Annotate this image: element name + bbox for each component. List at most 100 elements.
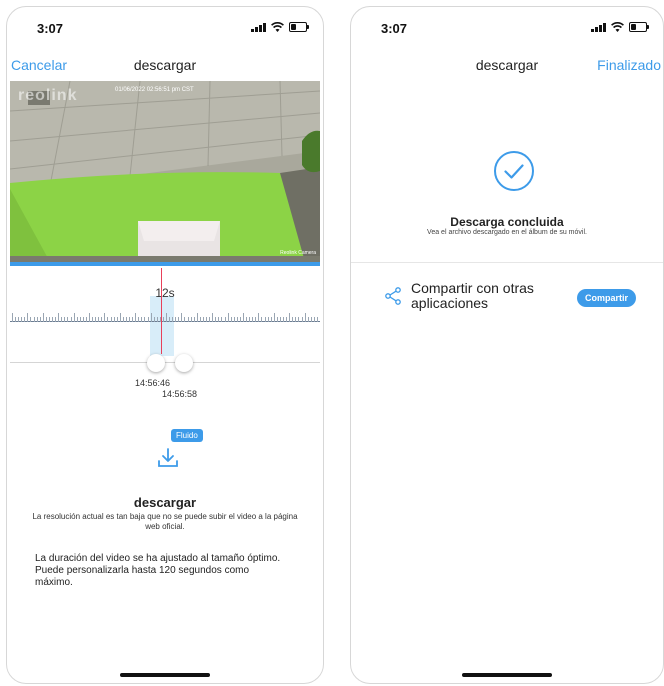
timeline-tick	[249, 317, 251, 322]
timeline-tick	[116, 317, 118, 322]
timeline-tick	[79, 317, 81, 322]
share-icon	[385, 287, 401, 305]
timeline-tick	[295, 317, 297, 322]
download-icon	[158, 448, 178, 467]
timeline-tick	[61, 317, 63, 322]
timeline-tick	[132, 317, 134, 322]
timeline-tick	[156, 317, 158, 322]
timeline-tick	[215, 317, 217, 322]
timeline-tick	[258, 313, 260, 322]
timeline-tick	[107, 317, 109, 322]
resolution-note: La resolución actual es tan baja que no …	[32, 512, 298, 531]
timeline-tick	[190, 317, 192, 322]
timeline-tick	[196, 313, 198, 322]
home-indicator[interactable]	[462, 673, 552, 677]
timeline-tick	[76, 317, 78, 322]
timeline-tick	[304, 313, 306, 322]
playhead[interactable]	[161, 268, 162, 354]
signal-icon	[591, 22, 606, 32]
video-preview[interactable]: reolink 01/06/2022 02:56:51 pm CST Reoli…	[10, 81, 320, 262]
timeline-tick	[255, 317, 257, 322]
trim-track	[10, 362, 320, 363]
timeline-tick	[42, 313, 44, 322]
timeline-tick	[267, 317, 269, 322]
timeline-tick	[125, 317, 127, 322]
wifi-icon	[611, 22, 624, 32]
timeline-tick	[270, 317, 272, 322]
clip-duration: 12s	[155, 286, 175, 300]
clip-selection	[150, 296, 174, 356]
quality-badge[interactable]: Fluido	[171, 429, 203, 442]
timeline-tick	[227, 313, 229, 322]
status-icons	[251, 22, 309, 32]
video-timestamp: 01/06/2022 02:56:51 pm CST	[115, 87, 194, 93]
timeline-tick	[218, 317, 220, 322]
timeline-tick	[289, 313, 291, 322]
timeline-tick	[162, 317, 164, 322]
trim-start-handle[interactable]	[147, 354, 165, 372]
timeline-tick	[169, 317, 171, 322]
video-frame	[10, 81, 320, 262]
status-time: 3:07	[381, 21, 408, 36]
timeline-tick	[283, 317, 285, 322]
status-bar: 3:07	[7, 7, 323, 47]
divider	[351, 262, 663, 263]
status-bar: 3:07	[351, 7, 663, 47]
timeline-tick	[52, 317, 54, 322]
camera-name: Reolink Camera	[280, 250, 316, 256]
share-button[interactable]: Compartir	[577, 289, 637, 307]
timeline-tick	[286, 317, 288, 322]
timeline-tick	[276, 317, 278, 322]
share-label: Compartir con otras aplicaciones	[411, 280, 534, 311]
timeline-ticks	[10, 308, 320, 322]
timeline-tick	[113, 317, 115, 322]
timeline-tick	[73, 313, 75, 322]
home-indicator[interactable]	[120, 673, 210, 677]
timeline-tick	[129, 317, 131, 322]
timeline-tick	[310, 317, 312, 322]
timeline-tick	[224, 317, 226, 322]
download-complete-screen: 3:07 descargar Finalizado Descarga concl…	[350, 6, 664, 684]
wifi-icon	[271, 22, 284, 32]
timeline-tick	[89, 313, 90, 322]
timeline-tick	[48, 317, 50, 322]
timeline-tick	[147, 317, 149, 322]
timeline-tick	[33, 317, 35, 322]
timeline-tick	[316, 317, 318, 322]
timeline-tick	[21, 317, 23, 322]
timeline-tick	[92, 317, 94, 322]
timeline-tick	[199, 317, 201, 322]
timeline-tick	[233, 317, 235, 322]
timeline-tick	[193, 317, 195, 322]
timeline-tick	[264, 317, 266, 322]
timeline-tick	[181, 313, 183, 322]
duration-description: La duración del video se ha ajustado al …	[35, 553, 281, 588]
download-complete-title: Descarga concluida	[450, 215, 564, 229]
share-row[interactable]: Compartir con otras aplicaciones Compart…	[351, 277, 663, 317]
timeline-tick	[82, 317, 84, 322]
timeline-tick	[206, 317, 208, 322]
done-button[interactable]: Finalizado	[597, 57, 661, 73]
timeline-tick	[110, 317, 112, 322]
timeline-tick	[175, 317, 177, 322]
timeline-tick	[243, 313, 244, 322]
timeline-tick	[98, 317, 100, 322]
timeline-tick	[24, 317, 26, 322]
timeline-tick	[298, 317, 300, 322]
timeline-tick	[70, 317, 72, 322]
timeline-tick	[27, 313, 29, 322]
timeline-tick	[95, 317, 97, 322]
timeline-tick	[104, 313, 106, 322]
download-title: descargar	[133, 495, 197, 510]
status-time: 3:07	[37, 21, 64, 36]
timeline-tick	[18, 317, 20, 322]
trim-end-handle[interactable]	[175, 354, 193, 372]
timeline-tick	[39, 317, 41, 322]
timeline-tick	[172, 317, 174, 322]
timeline-tick	[184, 317, 186, 322]
timeline-tick	[301, 317, 303, 322]
status-icons	[591, 22, 649, 32]
clip-timeline[interactable]: 12s	[10, 266, 320, 362]
timeline-tick	[313, 317, 315, 322]
download-button[interactable]	[147, 447, 189, 477]
